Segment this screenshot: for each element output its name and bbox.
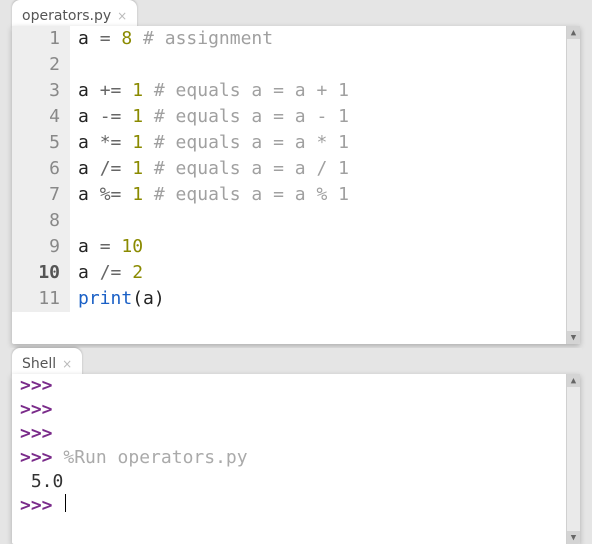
code-content: a = 8 # assignment bbox=[70, 26, 273, 52]
code-content: a /= 1 # equals a = a / 1 bbox=[70, 156, 349, 182]
code-content bbox=[70, 208, 78, 234]
line-number: 2 bbox=[12, 52, 70, 78]
code-line[interactable]: 5a *= 1 # equals a = a * 1 bbox=[12, 130, 566, 156]
shell-line[interactable]: >>> %Run operators.py bbox=[12, 446, 566, 470]
caret-icon bbox=[65, 494, 66, 512]
code-line[interactable]: 2 bbox=[12, 52, 566, 78]
close-icon[interactable]: × bbox=[62, 358, 72, 370]
shell-prompt: >>> bbox=[20, 422, 53, 446]
code-content: a += 1 # equals a = a + 1 bbox=[70, 78, 349, 104]
code-line[interactable]: 6a /= 1 # equals a = a / 1 bbox=[12, 156, 566, 182]
shell-line[interactable]: >>> bbox=[12, 422, 566, 446]
code-content: print(a) bbox=[70, 286, 165, 312]
editor-scrollbar[interactable]: ▲ ▼ bbox=[566, 26, 580, 344]
scroll-up-icon[interactable]: ▲ bbox=[567, 374, 580, 387]
code-line[interactable]: 7a %= 1 # equals a = a % 1 bbox=[12, 182, 566, 208]
code-line[interactable]: 11print(a) bbox=[12, 286, 566, 312]
line-number: 11 bbox=[12, 286, 70, 312]
scroll-down-icon[interactable]: ▼ bbox=[567, 531, 580, 544]
line-number: 6 bbox=[12, 156, 70, 182]
line-number: 10 bbox=[12, 260, 70, 286]
shell-prompt: >>> bbox=[20, 494, 63, 518]
shell-panel: Shell × >>>>>>>>>>>> %Run operators.py 5… bbox=[10, 348, 582, 544]
shell-tab[interactable]: Shell × bbox=[12, 348, 82, 377]
line-number: 1 bbox=[12, 26, 70, 52]
code-line[interactable]: 3a += 1 # equals a = a + 1 bbox=[12, 78, 566, 104]
shell-prompt: >>> bbox=[20, 374, 53, 398]
code-line[interactable]: 8 bbox=[12, 208, 566, 234]
code-line[interactable]: 1a = 8 # assignment bbox=[12, 26, 566, 52]
code-line[interactable]: 10a /= 2 bbox=[12, 260, 566, 286]
shell-output[interactable]: >>>>>>>>>>>> %Run operators.py 5.0>>> bbox=[12, 374, 566, 544]
line-number: 4 bbox=[12, 104, 70, 130]
shell-result: 5.0 bbox=[20, 470, 63, 494]
scroll-down-icon[interactable]: ▼ bbox=[567, 331, 580, 344]
scroll-track[interactable] bbox=[567, 387, 580, 531]
code-content: a -= 1 # equals a = a - 1 bbox=[70, 104, 349, 130]
scroll-track[interactable] bbox=[567, 39, 580, 331]
shell-scrollbar[interactable]: ▲ ▼ bbox=[566, 374, 580, 544]
line-number: 7 bbox=[12, 182, 70, 208]
code-editor[interactable]: 1a = 8 # assignment23a += 1 # equals a =… bbox=[12, 26, 566, 344]
shell-line[interactable]: >>> bbox=[12, 494, 566, 518]
line-number: 9 bbox=[12, 234, 70, 260]
shell-prompt: >>> bbox=[20, 446, 63, 470]
editor-tab-label: operators.py bbox=[22, 8, 111, 24]
code-line[interactable]: 4a -= 1 # equals a = a - 1 bbox=[12, 104, 566, 130]
shell-tab-label: Shell bbox=[22, 356, 56, 372]
close-icon[interactable]: × bbox=[117, 10, 127, 22]
shell-line[interactable]: >>> bbox=[12, 398, 566, 422]
line-number: 5 bbox=[12, 130, 70, 156]
shell-line[interactable]: >>> bbox=[12, 374, 566, 398]
code-content: a *= 1 # equals a = a * 1 bbox=[70, 130, 349, 156]
line-number: 8 bbox=[12, 208, 70, 234]
editor-tab[interactable]: operators.py × bbox=[12, 0, 137, 29]
shell-command: %Run operators.py bbox=[63, 446, 247, 470]
code-content: a = 10 bbox=[70, 234, 143, 260]
code-content: a /= 2 bbox=[70, 260, 143, 286]
code-line[interactable]: 9a = 10 bbox=[12, 234, 566, 260]
line-number: 3 bbox=[12, 78, 70, 104]
code-content bbox=[70, 52, 78, 78]
shell-line[interactable]: 5.0 bbox=[12, 470, 566, 494]
editor-panel: operators.py × 1a = 8 # assignment23a +=… bbox=[10, 0, 582, 344]
scroll-up-icon[interactable]: ▲ bbox=[567, 26, 580, 39]
code-content: a %= 1 # equals a = a % 1 bbox=[70, 182, 349, 208]
shell-prompt: >>> bbox=[20, 398, 53, 422]
